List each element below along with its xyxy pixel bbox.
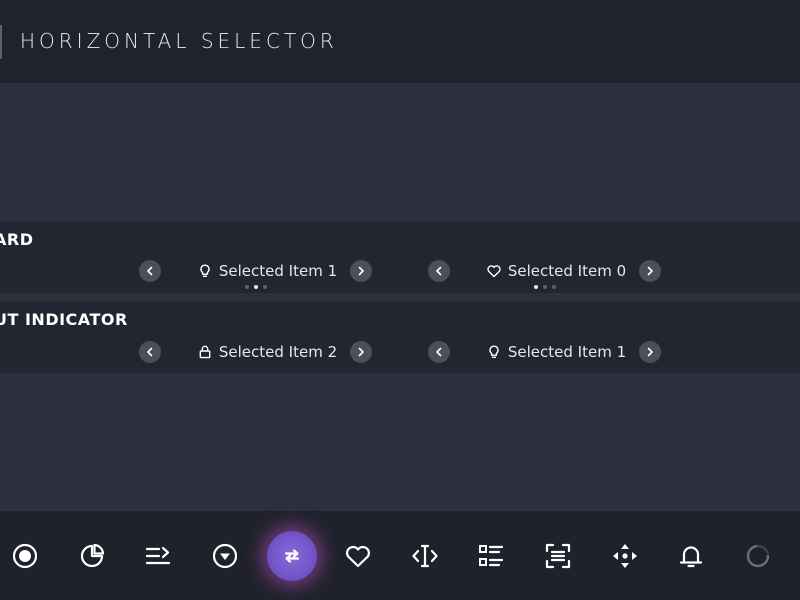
bottom-toolbar — [0, 511, 800, 600]
selected-item-text: Selected Item 1 — [218, 262, 338, 280]
list-arrow-icon — [145, 546, 171, 565]
pie-chart-icon — [80, 543, 105, 568]
chevron-right-icon — [647, 347, 653, 357]
chevron-right-icon — [647, 266, 653, 276]
lightbulb-icon — [197, 263, 213, 279]
indicator-dot — [263, 285, 267, 289]
indicator-dot-active — [254, 285, 258, 289]
chevron-left-icon — [436, 266, 442, 276]
chevron-left-icon — [147, 266, 153, 276]
chevron-left-icon — [436, 347, 442, 357]
toolbar-move-button[interactable] — [607, 538, 643, 574]
selected-item-text: Selected Item 0 — [507, 262, 627, 280]
toolbar-list-button[interactable] — [140, 538, 176, 574]
checklist-icon — [479, 545, 504, 567]
chevron-left-icon — [147, 347, 153, 357]
swap-icon — [284, 549, 300, 563]
selector-value: Selected Item 2 — [173, 341, 361, 363]
horizontal-selector[interactable]: Selected Item 1 — [428, 341, 662, 365]
selector-value: Selected Item 1 — [173, 260, 361, 282]
dropdown-icon — [212, 543, 238, 569]
horizontal-selector[interactable]: Selected Item 1 — [139, 260, 373, 289]
radio-icon — [12, 543, 38, 569]
page-indicator — [428, 285, 662, 289]
previous-button[interactable] — [428, 341, 450, 363]
toolbar-swap-button[interactable] — [267, 531, 317, 581]
selector-value: Selected Item 1 — [462, 341, 650, 363]
bell-icon — [679, 546, 703, 568]
lightbulb-icon — [486, 344, 502, 360]
heart-icon — [486, 263, 502, 279]
header-accent-bar — [0, 25, 2, 59]
empty-area-top — [0, 83, 800, 220]
empty-area-bottom — [0, 373, 800, 511]
refresh-icon — [746, 544, 770, 568]
scan-icon — [545, 543, 571, 569]
lock-icon — [197, 344, 213, 360]
row-label: ARD — [0, 230, 34, 249]
next-button[interactable] — [350, 341, 372, 363]
selected-item-text: Selected Item 2 — [218, 343, 338, 361]
selector-value: Selected Item 0 — [462, 260, 650, 282]
previous-button[interactable] — [139, 260, 161, 282]
row-label: UT INDICATOR — [0, 310, 128, 329]
horizontal-selector[interactable]: Selected Item 2 — [139, 341, 373, 365]
indicator-dot — [245, 285, 249, 289]
toolbar-text-cursor-button[interactable] — [407, 538, 443, 574]
indicator-dot — [543, 285, 547, 289]
selector-row-2: UT INDICATOR Selected Item 2 Selected It… — [0, 301, 800, 373]
toolbar-refresh-button[interactable] — [740, 538, 776, 574]
text-cursor-icon — [412, 544, 438, 568]
chevron-right-icon — [358, 266, 364, 276]
toolbar-bell-button[interactable] — [673, 538, 709, 574]
toolbar-heart-button[interactable] — [340, 538, 376, 574]
page-title: HORIZONTAL SELECTOR — [20, 29, 338, 53]
move-icon — [613, 544, 637, 568]
selector-row-1: ARD Selected Item 1 Selected Item 0 — [0, 221, 800, 293]
horizontal-selector[interactable]: Selected Item 0 — [428, 260, 662, 289]
previous-button[interactable] — [139, 341, 161, 363]
chevron-right-icon — [358, 347, 364, 357]
next-button[interactable] — [350, 260, 372, 282]
toolbar-radio-button[interactable] — [7, 538, 43, 574]
selected-item-text: Selected Item 1 — [507, 343, 627, 361]
next-button[interactable] — [639, 341, 661, 363]
indicator-dot-active — [534, 285, 538, 289]
indicator-dot — [552, 285, 556, 289]
toolbar-scan-button[interactable] — [540, 538, 576, 574]
page-indicator — [139, 285, 373, 289]
next-button[interactable] — [639, 260, 661, 282]
previous-button[interactable] — [428, 260, 450, 282]
toolbar-dropdown-button[interactable] — [207, 538, 243, 574]
toolbar-checklist-button[interactable] — [473, 538, 509, 574]
heart-icon — [345, 545, 371, 568]
toolbar-pie-chart-button[interactable] — [74, 538, 110, 574]
header: HORIZONTAL SELECTOR — [0, 0, 800, 83]
